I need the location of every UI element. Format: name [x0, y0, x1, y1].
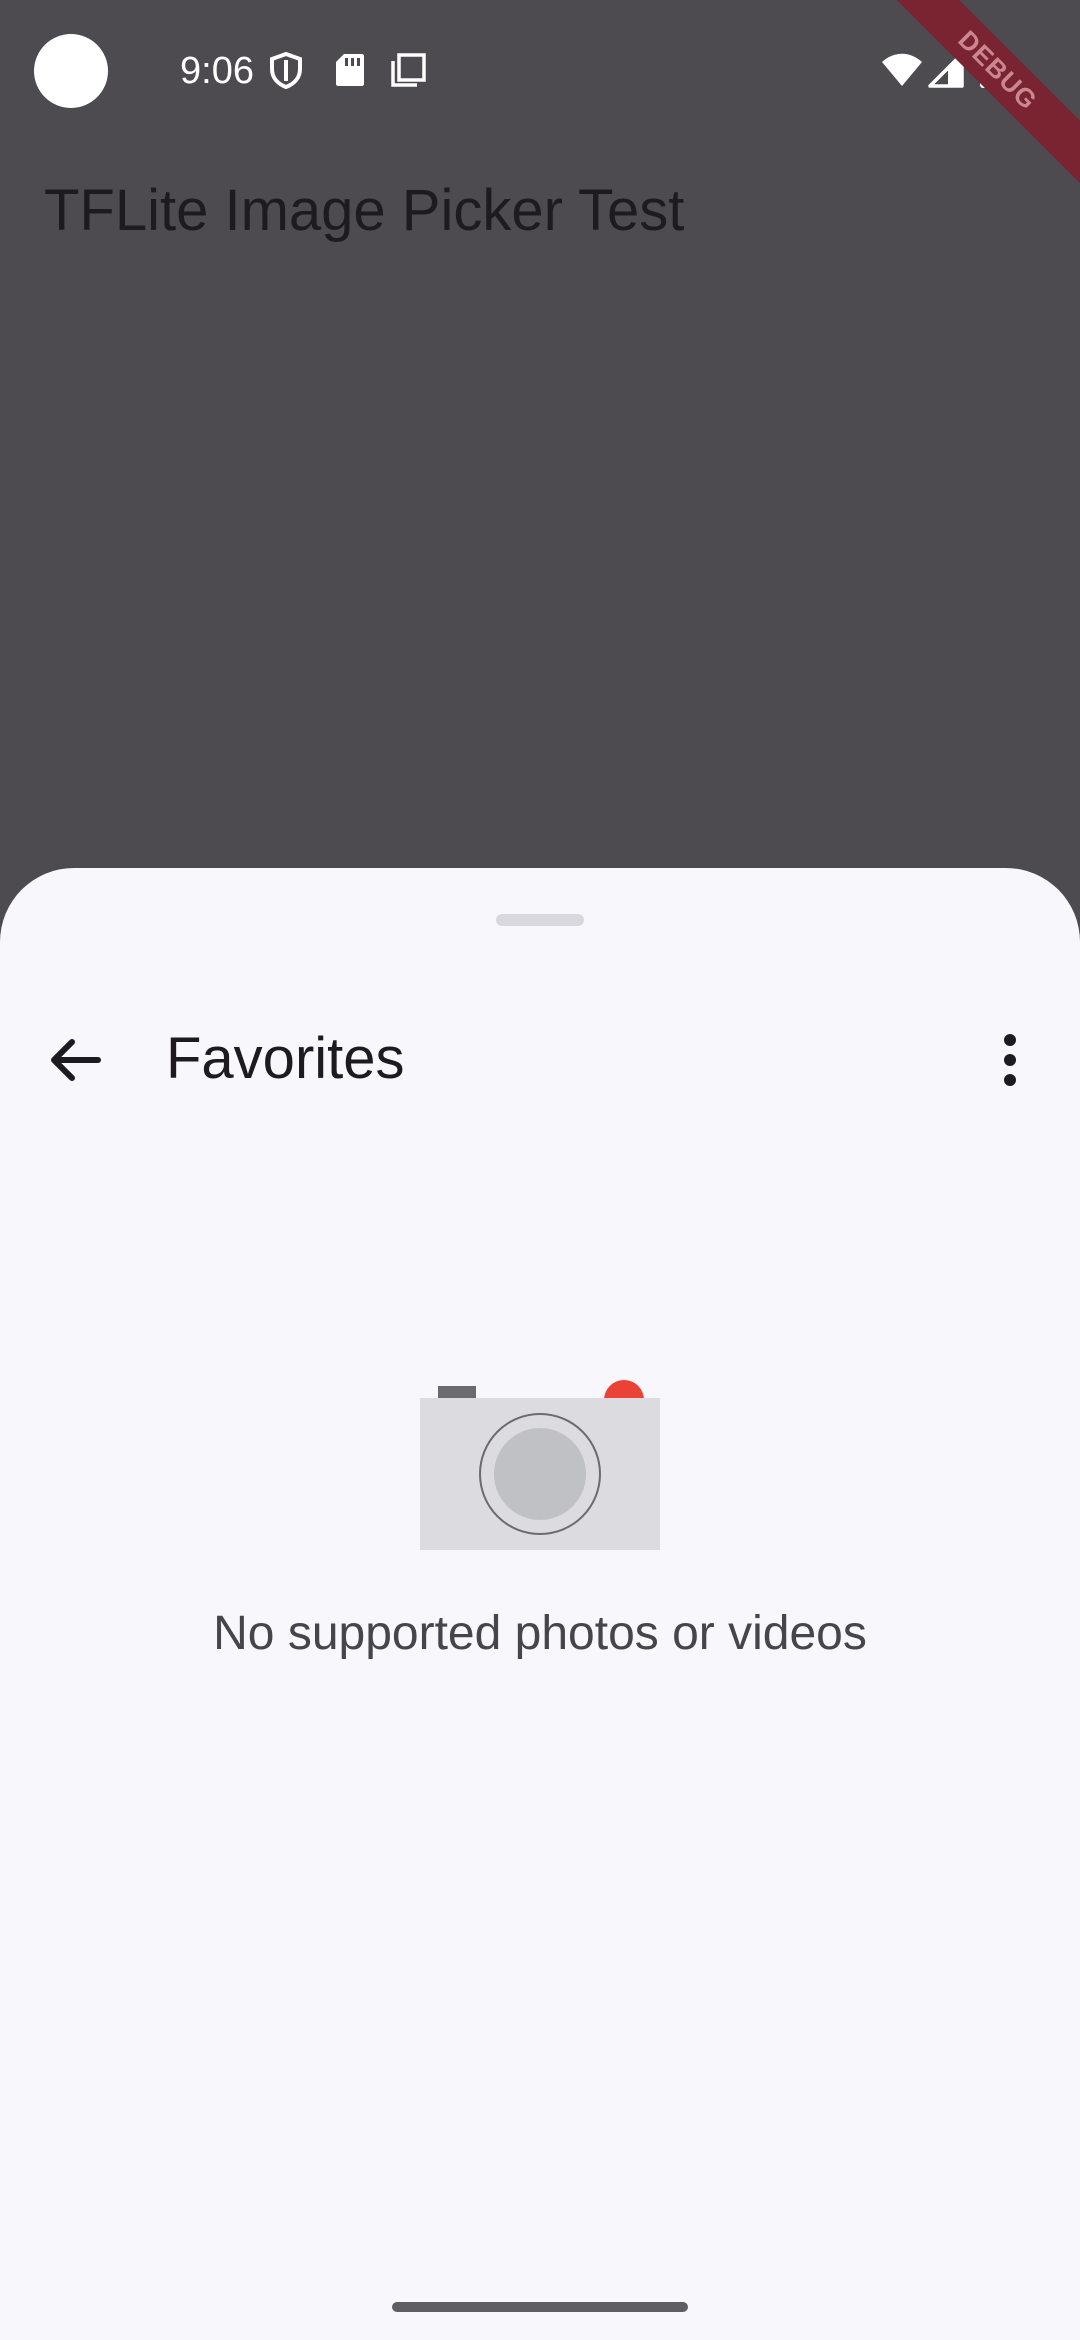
sheet-title: Favorites	[166, 1026, 405, 1091]
photo-picker-sheet: Favorites No supported photos or videos	[0, 868, 1080, 2340]
screenshot-icon	[391, 53, 426, 87]
screen: 9:06 DEBUG TFLite Image Picker Test Favo…	[0, 0, 1080, 2340]
camera-cutout	[34, 34, 108, 108]
app-title: TFLite Image Picker Test	[44, 178, 685, 243]
wifi-icon	[882, 53, 922, 86]
drag-handle[interactable]	[496, 914, 584, 926]
arrow-back-icon	[51, 1039, 101, 1081]
more-vert-icon	[1004, 1034, 1016, 1086]
empty-state-message: No supported photos or videos	[213, 1607, 867, 1660]
camera-illustration	[420, 1380, 660, 1550]
sd-card-icon	[336, 54, 364, 86]
status-time: 9:06	[180, 50, 254, 92]
home-indicator[interactable]	[392, 2302, 688, 2312]
back-button[interactable]	[36, 1020, 116, 1100]
more-options-button[interactable]	[970, 1020, 1050, 1100]
shield-icon	[270, 51, 302, 90]
